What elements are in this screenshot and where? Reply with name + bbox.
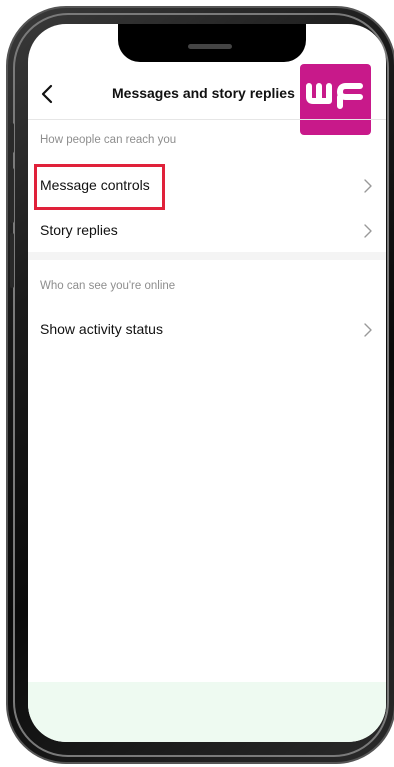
volume-down-button <box>10 233 14 288</box>
highlight-box <box>34 164 165 210</box>
chevron-right-icon <box>364 179 372 193</box>
list-item-show-activity-status[interactable]: Show activity status <box>28 312 386 348</box>
section-divider <box>28 252 386 260</box>
item-label: Story replies <box>40 222 118 238</box>
volume-up-button <box>10 168 14 223</box>
notch <box>118 24 306 62</box>
item-label: Show activity status <box>40 321 163 337</box>
bottom-bar <box>28 682 386 742</box>
phone-screen: Messages and story replies How people ca… <box>28 24 386 742</box>
chevron-right-icon <box>364 323 372 337</box>
list-item-story-replies[interactable]: Story replies <box>28 213 386 249</box>
section-label-online: Who can see you're online <box>40 280 176 292</box>
page-title: Messages and story replies <box>112 85 295 101</box>
header-divider <box>28 119 386 120</box>
logo-badge <box>300 64 371 135</box>
logo-34-icon <box>306 83 363 109</box>
chevron-left-icon[interactable] <box>36 82 60 106</box>
mute-switch <box>10 123 14 153</box>
section-label-reach: How people can reach you <box>40 134 177 146</box>
chevron-right-icon <box>364 224 372 238</box>
speaker-grille <box>188 44 232 49</box>
